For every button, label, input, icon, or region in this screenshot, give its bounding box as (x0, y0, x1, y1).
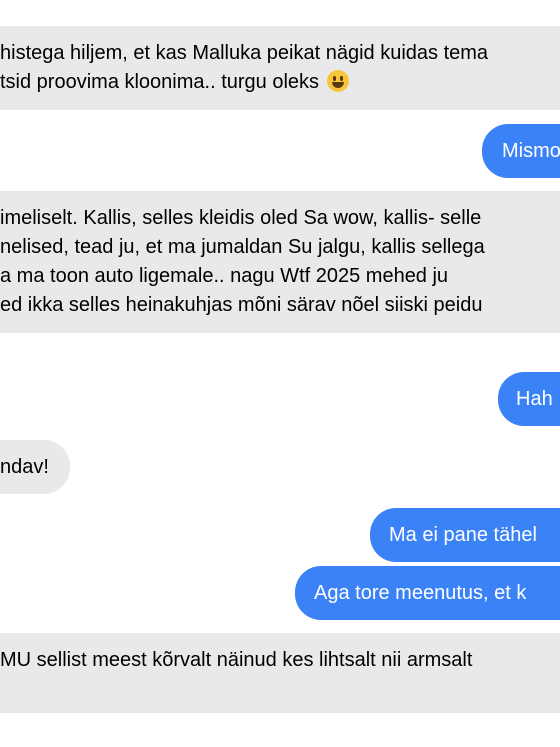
incoming-message-bubble[interactable]: imeliselt. Kallis, selles kleidis oled S… (0, 191, 560, 333)
outgoing-message-bubble[interactable]: Hah (498, 372, 560, 426)
grinning-face-emoji-icon (326, 70, 349, 92)
message-text-line: a ma toon auto ligemale.. nagu Wtf 2025 … (0, 265, 449, 287)
message-text: Hah (516, 388, 553, 410)
outgoing-message-bubble[interactable]: Aga tore meenutus, et k (295, 566, 560, 620)
incoming-message-bubble[interactable]: ndav! (0, 440, 70, 494)
incoming-message-bubble[interactable]: MU sellist meest kõrvalt näinud kes liht… (0, 633, 560, 713)
message-text: Ma ei pane tähel (389, 524, 537, 546)
message-text-line: histega hiljem, et kas Malluka peikat nä… (0, 42, 489, 64)
outgoing-message-bubble[interactable]: Mismo (482, 124, 560, 178)
message-text: tsid proovima kloonima.. turgu oleks (0, 71, 320, 93)
message-text-line: tsid proovima kloonima.. turgu oleks (0, 68, 560, 97)
message-thread[interactable]: histega hiljem, et kas Malluka peikat nä… (0, 0, 560, 747)
outgoing-message-bubble[interactable]: Ma ei pane tähel (370, 508, 560, 562)
incoming-message-bubble[interactable]: histega hiljem, et kas Malluka peikat nä… (0, 26, 560, 110)
message-text-line: MU sellist meest kõrvalt näinud kes liht… (0, 649, 473, 671)
message-text: Aga tore meenutus, et k (314, 582, 527, 604)
message-text-line: nelised, tead ju, et ma jumaldan Su jalg… (0, 236, 485, 258)
message-text: ndav! (0, 456, 49, 478)
message-text-line: imeliselt. Kallis, selles kleidis oled S… (0, 207, 482, 229)
message-text-line: ed ikka selles heinakuhjas mõni särav nõ… (0, 294, 483, 316)
message-text: Mismo (502, 140, 560, 162)
